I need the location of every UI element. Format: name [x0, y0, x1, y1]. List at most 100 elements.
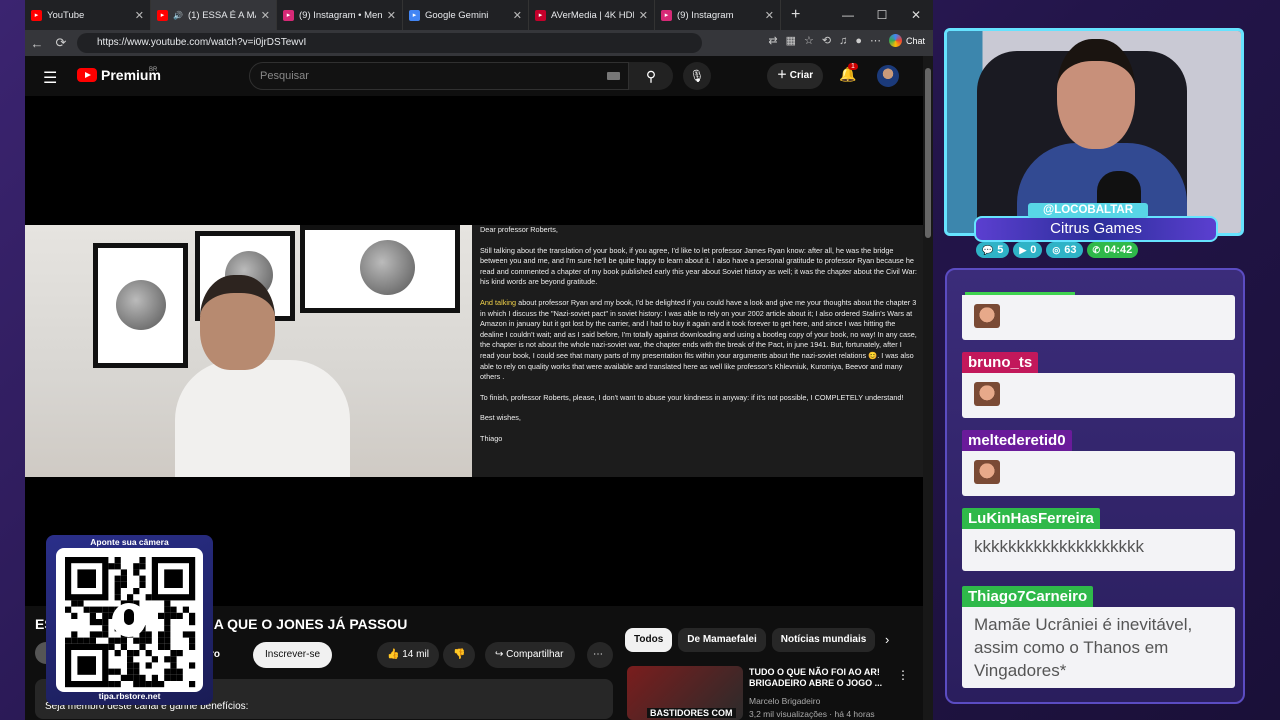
voice-search-button[interactable]: 🎙 [683, 62, 711, 90]
filter-chip[interactable]: Notícias mundiais [771, 628, 876, 652]
qr-module [170, 606, 177, 613]
maximize-icon[interactable]: ☐ [865, 0, 899, 30]
create-button[interactable]: ＋ Criar [767, 63, 824, 89]
recommended-video[interactable]: BASTIDORES COM TUDO O QUE NÃO FOI AO AR!… [627, 666, 917, 720]
copilot-chat-button[interactable]: Chat [888, 34, 925, 47]
browser-tab[interactable]: ▸ (9) Instagram • Mensag ✕ [277, 0, 403, 30]
apps-icon[interactable]: ▦ [786, 34, 796, 47]
close-tab-icon[interactable]: ✕ [639, 9, 648, 22]
new-tab-icon[interactable]: + [791, 6, 800, 24]
filter-chip[interactable]: De Mamaefalei [678, 628, 766, 652]
qr-module [127, 662, 134, 669]
recommended-title[interactable]: TUDO O QUE NÃO FOI AO AR! BRIGADEIRO ABR… [749, 667, 889, 689]
avatar[interactable] [877, 65, 899, 87]
minimize-icon[interactable]: — [831, 0, 865, 30]
search-input[interactable]: Pesquisar [249, 62, 629, 90]
close-tab-icon[interactable]: ✕ [765, 9, 774, 22]
speaker-icon[interactable]: 🔊 [173, 11, 183, 20]
chat-message-body [962, 451, 1235, 496]
region-code: BR [149, 67, 158, 73]
qr-module [145, 650, 152, 657]
qr-code [56, 548, 203, 692]
video-thumbnail[interactable]: BASTIDORES COM [627, 666, 743, 720]
qr-module [164, 631, 171, 638]
extensions-icon[interactable]: ⟲ [822, 34, 831, 47]
qr-module [71, 600, 78, 607]
qr-module [96, 619, 103, 626]
qr-module [164, 606, 171, 613]
filter-chip[interactable]: Todos [625, 628, 673, 652]
qr-module [176, 674, 183, 681]
video-player[interactable]: Dear professor Roberts, Still talking ab… [25, 96, 923, 606]
star-icon[interactable]: ☆ [804, 34, 814, 47]
scrollbar-thumb[interactable] [925, 68, 931, 238]
media-icon[interactable]: ♫ [839, 35, 847, 47]
hamburger-menu-icon[interactable]: ☰ [43, 68, 57, 88]
close-window-icon[interactable]: ✕ [899, 0, 933, 30]
stat-pill: 💬 5 [976, 242, 1010, 258]
qr-module [89, 612, 96, 619]
whatsapp-icon: ✆ [1092, 245, 1101, 255]
qr-module [83, 637, 90, 644]
chevron-right-icon[interactable]: › [885, 632, 889, 647]
stat-value: 63 [1064, 244, 1077, 256]
close-tab-icon[interactable]: ✕ [513, 9, 522, 22]
qr-module [164, 619, 171, 626]
qr-module [127, 650, 134, 657]
subscribe-button[interactable]: Inscrever-se [253, 642, 333, 668]
qr-module [164, 637, 171, 644]
qr-module [164, 668, 171, 675]
dislike-button[interactable]: 👎 [443, 642, 475, 668]
streamer-namebar: Citrus Games @LOCOBALTAR 💬 5 ▶ 0 ◎ 63 ✆ 04:42 [974, 203, 1218, 265]
browser-tab[interactable]: ▸ AVerMedia | 4K HDMI ✕ [529, 0, 655, 30]
chat-message: Thiago7Carneiro Mamãe Ucrâniei é inevitáv… [962, 586, 1235, 688]
qr-module [89, 631, 96, 638]
more-vert-icon[interactable]: ⋮ [897, 668, 909, 682]
qr-module [133, 668, 140, 675]
qr-module [133, 674, 140, 681]
close-tab-icon[interactable]: ✕ [261, 9, 270, 22]
qr-module [182, 631, 189, 638]
stat-value: 04:42 [1104, 244, 1133, 256]
qr-module [83, 606, 90, 613]
qr-module [170, 674, 177, 681]
youtube-icon [77, 68, 97, 82]
live-chat-overlay: bruno_ts meltederetid0 LuKinHasFerreira kkk… [945, 268, 1245, 704]
close-tab-icon[interactable]: ✕ [387, 9, 396, 22]
browser-tab[interactable]: ▸ YouTube ✕ [25, 0, 151, 30]
qr-module [189, 681, 196, 688]
share-button[interactable]: ↪ Compartilhar [485, 642, 575, 668]
qr-module [176, 612, 183, 619]
keyboard-icon[interactable] [607, 72, 620, 80]
qr-module [164, 600, 171, 607]
profile-icon[interactable]: ● [855, 35, 862, 47]
translate-icon[interactable]: ⇄ [768, 34, 777, 47]
close-tab-icon[interactable]: ✕ [135, 9, 144, 22]
stat-pill: ✆ 04:42 [1086, 242, 1139, 258]
search-button[interactable]: ⚲ [629, 62, 673, 90]
reload-icon[interactable]: ⟳ [49, 35, 73, 51]
browser-tab[interactable]: ▸ Google Gemini ✕ [403, 0, 529, 30]
window-controls: — ☐ ✕ [831, 0, 933, 30]
recommended-channel[interactable]: Marcelo Brigadeiro [749, 696, 820, 706]
qr-module [102, 631, 109, 638]
qr-module [139, 563, 146, 570]
browser-toolbar: ⇄ ▦ ☆ ⟲ ♫ ● ⋯ Chat [768, 34, 925, 47]
more-actions-button[interactable]: ⋯ [587, 642, 613, 668]
qr-module [189, 612, 196, 619]
qr-caption-top: Aponte sua câmera [90, 537, 169, 547]
url-field[interactable]: https://www.youtube.com/watch?v=i0jrDSTe… [77, 33, 702, 53]
qr-module [133, 662, 140, 669]
like-button[interactable]: 👍 14 mil [377, 642, 439, 668]
qr-module [176, 668, 183, 675]
qr-module [89, 637, 96, 644]
page-scrollbar[interactable] [923, 56, 933, 720]
qr-module [102, 625, 109, 632]
video-title-end: A QUE O JONES JÁ PASSOU [213, 616, 408, 632]
qr-module [108, 681, 115, 688]
thumbnail-text: BASTIDORES COM [647, 708, 736, 718]
browser-tab[interactable]: ▸ 🔊 (1) ESSA É A MAIOR ✕ [151, 0, 277, 30]
menu-dots-icon[interactable]: ⋯ [870, 34, 881, 47]
browser-tab[interactable]: ▸ (9) Instagram ✕ [655, 0, 781, 30]
back-icon[interactable]: ← [25, 36, 49, 51]
